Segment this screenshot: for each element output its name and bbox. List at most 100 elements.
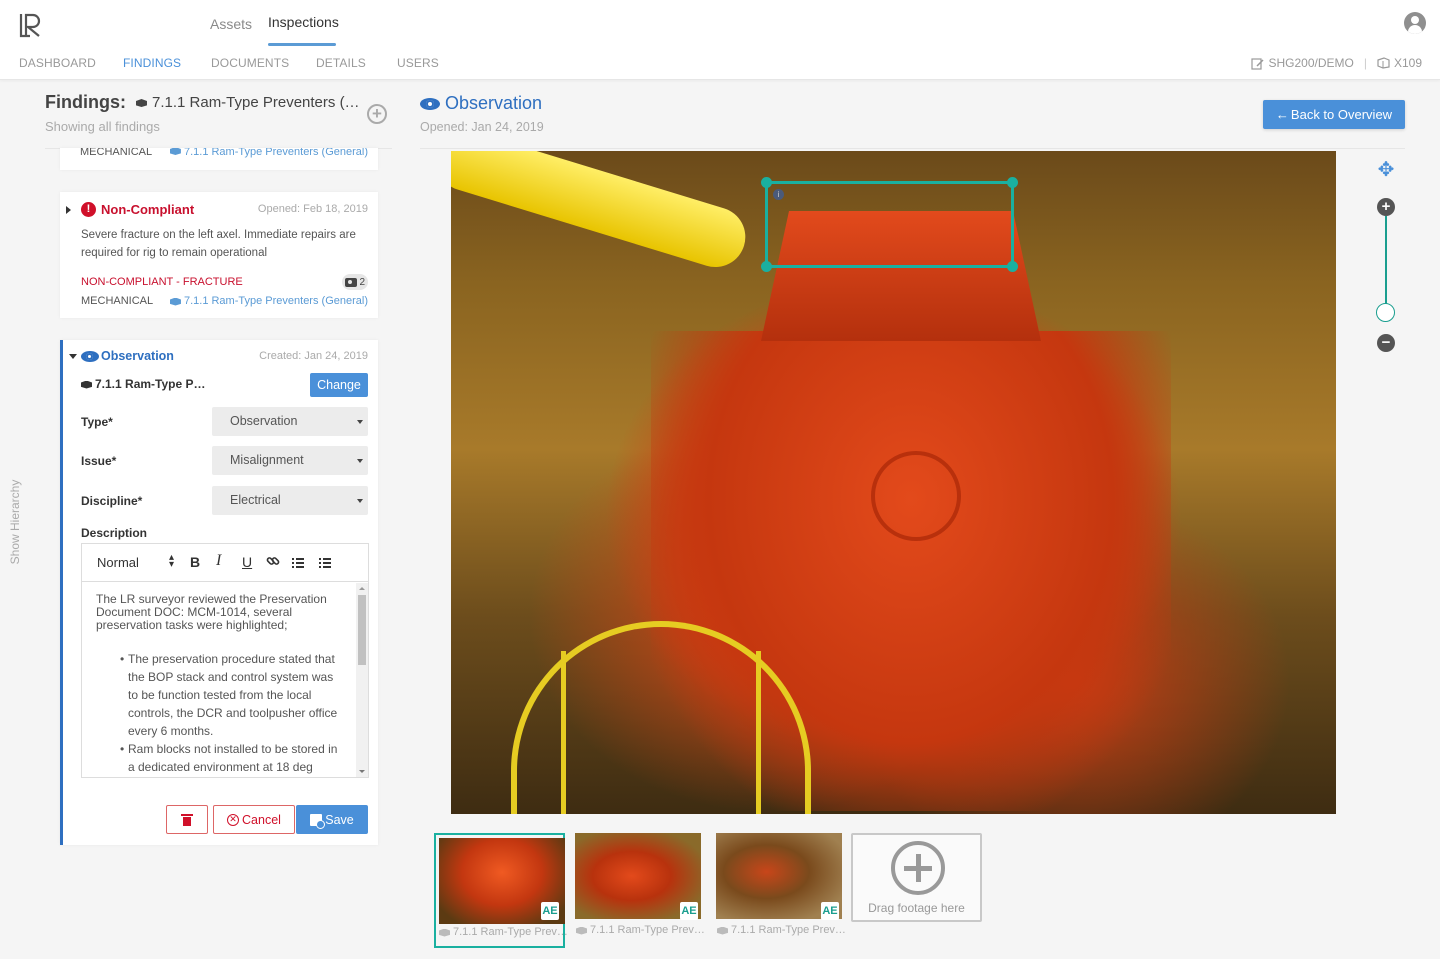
image-content <box>871 451 961 541</box>
underline-button[interactable]: U <box>242 554 252 570</box>
tab-users[interactable]: USERS <box>397 56 439 70</box>
finding-asset-link[interactable]: 7.1.1 Ram-Type Preventers (General) <box>170 148 368 158</box>
format-select[interactable]: Normal <box>97 555 139 570</box>
clipboard-edit-icon <box>1251 57 1265 70</box>
observation-title: Observation <box>445 93 543 113</box>
add-finding-button[interactable]: + <box>367 104 387 124</box>
format-updown-icon[interactable]: ▴ ▾ <box>169 553 174 570</box>
finding-type: Observation <box>101 349 174 363</box>
ae-badge-icon: AE <box>680 902 698 920</box>
thumbnail-caption: 7.1.1 Ram-Type Prev… <box>439 926 568 938</box>
lr-logo[interactable] <box>18 12 44 38</box>
description-bullets: The preservation procedure stated that t… <box>96 650 346 776</box>
tab-dashboard[interactable]: DASHBOARD <box>19 56 96 70</box>
image-content <box>561 651 761 814</box>
link-icon[interactable] <box>266 554 280 571</box>
resize-handle[interactable] <box>761 177 772 188</box>
back-to-overview-button[interactable]: ← Back to Overview <box>1263 100 1405 129</box>
cube-icon <box>170 148 181 155</box>
finding-discipline: MECHANICAL <box>80 148 153 158</box>
issue-select[interactable]: Misalignment <box>212 446 368 475</box>
photo-count-badge: 2 <box>342 274 368 290</box>
trash-icon <box>181 814 193 826</box>
move-pan-icon[interactable]: ✥ <box>1376 160 1396 180</box>
camera-icon <box>345 277 358 287</box>
scroll-up-icon[interactable] <box>359 587 365 590</box>
ae-badge-icon: AE <box>541 902 559 920</box>
resize-handle[interactable] <box>1007 177 1018 188</box>
top-tab-inspections[interactable]: Inspections <box>268 14 339 30</box>
discipline-select[interactable]: Electrical <box>212 486 368 515</box>
delete-button[interactable] <box>166 805 208 834</box>
divider <box>420 148 1405 149</box>
change-asset-button[interactable]: Change <box>310 373 368 397</box>
zoom-in-button[interactable]: + <box>1377 198 1395 216</box>
bullet-list-icon[interactable] <box>319 557 331 568</box>
cube-icon <box>81 380 92 389</box>
resize-handle[interactable] <box>1007 261 1018 272</box>
thumbnail-item[interactable]: AE 7.1.1 Ram-Type Prev… <box>434 833 568 948</box>
cube-icon <box>439 928 450 937</box>
add-circle-icon <box>891 841 945 895</box>
type-select[interactable]: Observation <box>212 407 368 436</box>
arrow-left-icon: ← <box>1275 107 1289 122</box>
cube-icon <box>170 297 181 306</box>
asset-cube-icon <box>136 98 147 107</box>
footage-drop-zone[interactable]: Drag footage here <box>851 833 982 922</box>
cube-icon <box>717 926 728 935</box>
expand-caret-icon[interactable] <box>66 206 71 214</box>
top-tab-assets[interactable]: Assets <box>210 16 252 32</box>
eye-icon <box>81 351 99 362</box>
finding-card-partial[interactable]: MECHANICAL 7.1.1 Ram-Type Preventers (Ge… <box>60 148 378 170</box>
finding-type: Non-Compliant <box>101 202 195 217</box>
project-code[interactable]: SHG200/DEMO <box>1268 56 1353 70</box>
editor-scrollbar[interactable] <box>356 583 368 777</box>
finding-card-observation-edit: Observation Created: Jan 24, 2019 7.1.1 … <box>60 340 378 845</box>
finding-asset-link[interactable]: 7.1.1 Ram-Type Preventers (General) <box>170 295 368 307</box>
finding-card-non-compliant[interactable]: ! Non-Compliant Opened: Feb 18, 2019 Sev… <box>60 192 378 318</box>
annotation-bounding-box[interactable]: i <box>761 177 1018 272</box>
asset-code[interactable]: X109 <box>1394 56 1422 70</box>
list-item: The preservation procedure stated that t… <box>120 650 346 740</box>
description-label: Description <box>81 526 148 540</box>
resize-handle[interactable] <box>761 261 772 272</box>
finding-asset: 7.1.1 Ram-Type P… <box>81 377 205 391</box>
findings-asset[interactable]: 7.1.1 Ram-Type Preventers (… <box>136 94 360 111</box>
tab-findings[interactable]: FINDINGS <box>123 56 181 70</box>
show-hierarchy-toggle[interactable]: Show Hierarchy <box>4 470 24 580</box>
active-tab-indicator <box>268 43 336 46</box>
scroll-thumb[interactable] <box>358 595 366 665</box>
bold-button[interactable]: B <box>190 554 200 570</box>
thumbnail-caption: 7.1.1 Ram-Type Prev… <box>576 924 705 936</box>
thumbnail-item[interactable]: AE 7.1.1 Ram-Type Prev… <box>573 833 705 948</box>
dropdown-arrow-icon <box>357 499 363 503</box>
type-label: Type* <box>81 415 113 429</box>
thumbnail-item[interactable]: AE 7.1.1 Ram-Type Prev… <box>714 833 846 948</box>
italic-button[interactable]: I <box>216 552 221 570</box>
image-content <box>451 151 753 275</box>
finding-description: Severe fracture on the left axel. Immedi… <box>81 229 356 259</box>
save-button[interactable]: Save <box>296 805 368 834</box>
ordered-list-icon[interactable] <box>292 557 304 568</box>
zoom-out-button[interactable]: − <box>1377 334 1395 352</box>
finding-date: Created: Jan 24, 2019 <box>259 350 368 362</box>
annotation-info-icon[interactable]: i <box>773 189 784 200</box>
tab-documents[interactable]: DOCUMENTS <box>211 56 289 70</box>
discipline-label: Discipline* <box>81 494 143 508</box>
findings-asset-label: 7.1.1 Ram-Type Preventers (… <box>151 94 360 111</box>
zoom-slider-track[interactable] <box>1385 216 1387 316</box>
description-editor[interactable]: Normal ▴ ▾ B I U The LR surveyor reviewed… <box>81 543 369 778</box>
collapse-caret-icon[interactable] <box>69 354 77 359</box>
scroll-down-icon[interactable] <box>359 770 365 773</box>
project-info: SHG200/DEMO | X109 <box>1251 56 1422 70</box>
user-avatar-icon[interactable] <box>1404 12 1426 34</box>
alert-icon: ! <box>81 202 96 217</box>
tab-details[interactable]: DETAILS <box>316 56 366 70</box>
inspection-image-viewer[interactable]: i <box>451 151 1336 814</box>
description-text[interactable]: The LR surveyor reviewed the Preservatio… <box>82 583 356 777</box>
cancel-button[interactable]: ✕ Cancel <box>213 805 295 834</box>
drop-zone-label: Drag footage here <box>868 901 965 915</box>
findings-header: Findings: 7.1.1 Ram-Type Preventers (… S… <box>45 92 395 134</box>
issue-label: Issue* <box>81 454 117 468</box>
zoom-slider-thumb[interactable] <box>1376 303 1395 322</box>
